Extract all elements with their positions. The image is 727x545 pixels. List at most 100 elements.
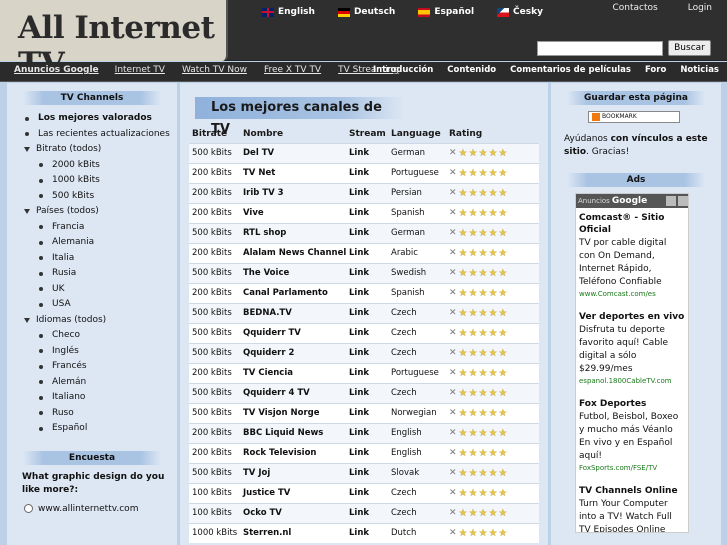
nav-left-link[interactable]: Internet TV xyxy=(115,65,165,75)
star-icon[interactable]: ★ xyxy=(488,268,497,279)
star-icon[interactable]: ★ xyxy=(459,468,468,479)
ad-title[interactable]: Fox Deportes xyxy=(579,398,685,410)
sidebar-item-label[interactable]: Checo xyxy=(52,328,80,344)
star-icon[interactable]: ★ xyxy=(459,528,468,539)
cell-channel-name[interactable]: Alalam News Channel xyxy=(243,242,349,263)
star-icon[interactable]: ★ xyxy=(488,308,497,319)
sidebar-item-label[interactable]: 500 kBits xyxy=(52,189,94,205)
sidebar-item-label[interactable]: USA xyxy=(52,297,71,313)
sidebar-item-label[interactable]: Ruso xyxy=(52,406,74,422)
star-icon[interactable]: ★ xyxy=(498,388,507,399)
sidebar-item[interactable]: 2000 kBits xyxy=(22,158,177,174)
ad-title[interactable]: TV Channels Online xyxy=(579,485,685,497)
star-icon[interactable]: ★ xyxy=(498,288,507,299)
star-icon[interactable]: ★ xyxy=(459,148,468,159)
ad-title[interactable]: Ver deportes en vivo xyxy=(579,311,685,323)
star-icon[interactable]: ★ xyxy=(469,208,478,219)
star-icon[interactable]: ★ xyxy=(488,488,497,499)
rating-stars[interactable]: ✕ ★ ★ ★ ★ ★ xyxy=(449,208,539,219)
stream-link[interactable]: Link xyxy=(349,162,391,183)
cell-channel-name[interactable]: Qquiderr TV xyxy=(243,322,349,343)
star-icon[interactable]: ★ xyxy=(478,508,487,519)
sidebar-item[interactable]: 500 kBits xyxy=(22,189,177,205)
rating-stars[interactable]: ✕ ★ ★ ★ ★ ★ xyxy=(449,248,539,259)
poll-radio[interactable] xyxy=(24,504,33,513)
star-icon[interactable]: ★ xyxy=(469,368,478,379)
star-icon[interactable]: ★ xyxy=(469,328,478,339)
ad-item[interactable]: Ver deportes en vivo Disfruta tu deporte … xyxy=(576,307,688,385)
sidebar-item[interactable]: Rusia xyxy=(22,266,177,282)
star-icon[interactable]: ★ xyxy=(469,508,478,519)
star-icon[interactable]: ★ xyxy=(459,208,468,219)
stream-link[interactable]: Link xyxy=(349,342,391,363)
ad-item[interactable]: TV Channels Online Turn Your Computer int… xyxy=(576,481,688,532)
rating-stars[interactable]: ✕ ★ ★ ★ ★ ★ xyxy=(449,448,539,459)
poll-option[interactable]: www.allinternettv.com xyxy=(7,504,177,514)
lang-cesky[interactable]: Česky xyxy=(497,7,543,17)
star-icon[interactable]: ★ xyxy=(469,188,478,199)
sidebar-item-label[interactable]: Italia xyxy=(52,251,74,267)
rating-stars[interactable]: ✕ ★ ★ ★ ★ ★ xyxy=(449,228,539,239)
star-icon[interactable]: ★ xyxy=(459,448,468,459)
star-icon[interactable]: ★ xyxy=(498,248,507,259)
cancel-rating-icon[interactable]: ✕ xyxy=(449,148,457,158)
sidebar-item-label[interactable]: Idiomas (todos) xyxy=(36,313,106,329)
star-icon[interactable]: ★ xyxy=(498,188,507,199)
star-icon[interactable]: ★ xyxy=(488,288,497,299)
nav-right-link[interactable]: Noticias xyxy=(680,65,719,75)
cell-channel-name[interactable]: Ocko TV xyxy=(243,502,349,523)
cell-channel-name[interactable]: Irib TV 3 xyxy=(243,182,349,203)
lang-espanol[interactable]: Español xyxy=(418,7,474,17)
sidebar-item[interactable]: Ruso xyxy=(22,406,177,422)
star-icon[interactable]: ★ xyxy=(488,388,497,399)
star-icon[interactable]: ★ xyxy=(469,428,478,439)
star-icon[interactable]: ★ xyxy=(498,228,507,239)
stream-link[interactable]: Link xyxy=(349,182,391,203)
star-icon[interactable]: ★ xyxy=(478,528,487,539)
sidebar-item-label[interactable]: Alemania xyxy=(52,235,94,251)
nav-left-link[interactable]: Anuncios Google xyxy=(14,65,99,75)
rating-stars[interactable]: ✕ ★ ★ ★ ★ ★ xyxy=(449,488,539,499)
cell-channel-name[interactable]: TV Ciencia xyxy=(243,362,349,383)
cell-channel-name[interactable]: BBC Liquid News xyxy=(243,422,349,443)
stream-link[interactable]: Link xyxy=(349,382,391,403)
sidebar-item-label[interactable]: Francia xyxy=(52,220,84,236)
star-icon[interactable]: ★ xyxy=(478,368,487,379)
rating-stars[interactable]: ✕ ★ ★ ★ ★ ★ xyxy=(449,468,539,479)
star-icon[interactable]: ★ xyxy=(498,148,507,159)
star-icon[interactable]: ★ xyxy=(469,408,478,419)
nav-left-link[interactable]: Free X TV TV xyxy=(264,65,321,75)
nav-right-link[interactable]: Foro xyxy=(645,65,666,75)
sidebar-item[interactable]: Las recientes actualizaciones xyxy=(22,127,177,143)
star-icon[interactable]: ★ xyxy=(478,468,487,479)
star-icon[interactable]: ★ xyxy=(469,228,478,239)
star-icon[interactable]: ★ xyxy=(498,468,507,479)
star-icon[interactable]: ★ xyxy=(459,428,468,439)
star-icon[interactable]: ★ xyxy=(498,348,507,359)
star-icon[interactable]: ★ xyxy=(469,468,478,479)
cancel-rating-icon[interactable]: ✕ xyxy=(449,328,457,338)
ad-item[interactable]: Comcast® - Sitio Oficial TV por cable dig… xyxy=(576,208,688,298)
rating-stars[interactable]: ✕ ★ ★ ★ ★ ★ xyxy=(449,268,539,279)
star-icon[interactable]: ★ xyxy=(459,168,468,179)
cell-channel-name[interactable]: Del TV xyxy=(243,142,349,163)
star-icon[interactable]: ★ xyxy=(459,228,468,239)
star-icon[interactable]: ★ xyxy=(488,368,497,379)
star-icon[interactable]: ★ xyxy=(498,448,507,459)
login-link[interactable]: Login xyxy=(688,3,712,13)
star-icon[interactable]: ★ xyxy=(469,308,478,319)
star-icon[interactable]: ★ xyxy=(459,408,468,419)
star-icon[interactable]: ★ xyxy=(488,468,497,479)
cancel-rating-icon[interactable]: ✕ xyxy=(449,388,457,398)
star-icon[interactable]: ★ xyxy=(469,528,478,539)
cell-channel-name[interactable]: Qquiderr 2 xyxy=(243,342,349,363)
stream-link[interactable]: Link xyxy=(349,202,391,223)
star-icon[interactable]: ★ xyxy=(459,188,468,199)
star-icon[interactable]: ★ xyxy=(488,508,497,519)
star-icon[interactable]: ★ xyxy=(488,348,497,359)
rating-stars[interactable]: ✕ ★ ★ ★ ★ ★ xyxy=(449,388,539,399)
star-icon[interactable]: ★ xyxy=(498,368,507,379)
star-icon[interactable]: ★ xyxy=(488,148,497,159)
sidebar-item-label[interactable]: Español xyxy=(52,421,87,437)
sidebar-item[interactable]: 1000 kBits xyxy=(22,173,177,189)
